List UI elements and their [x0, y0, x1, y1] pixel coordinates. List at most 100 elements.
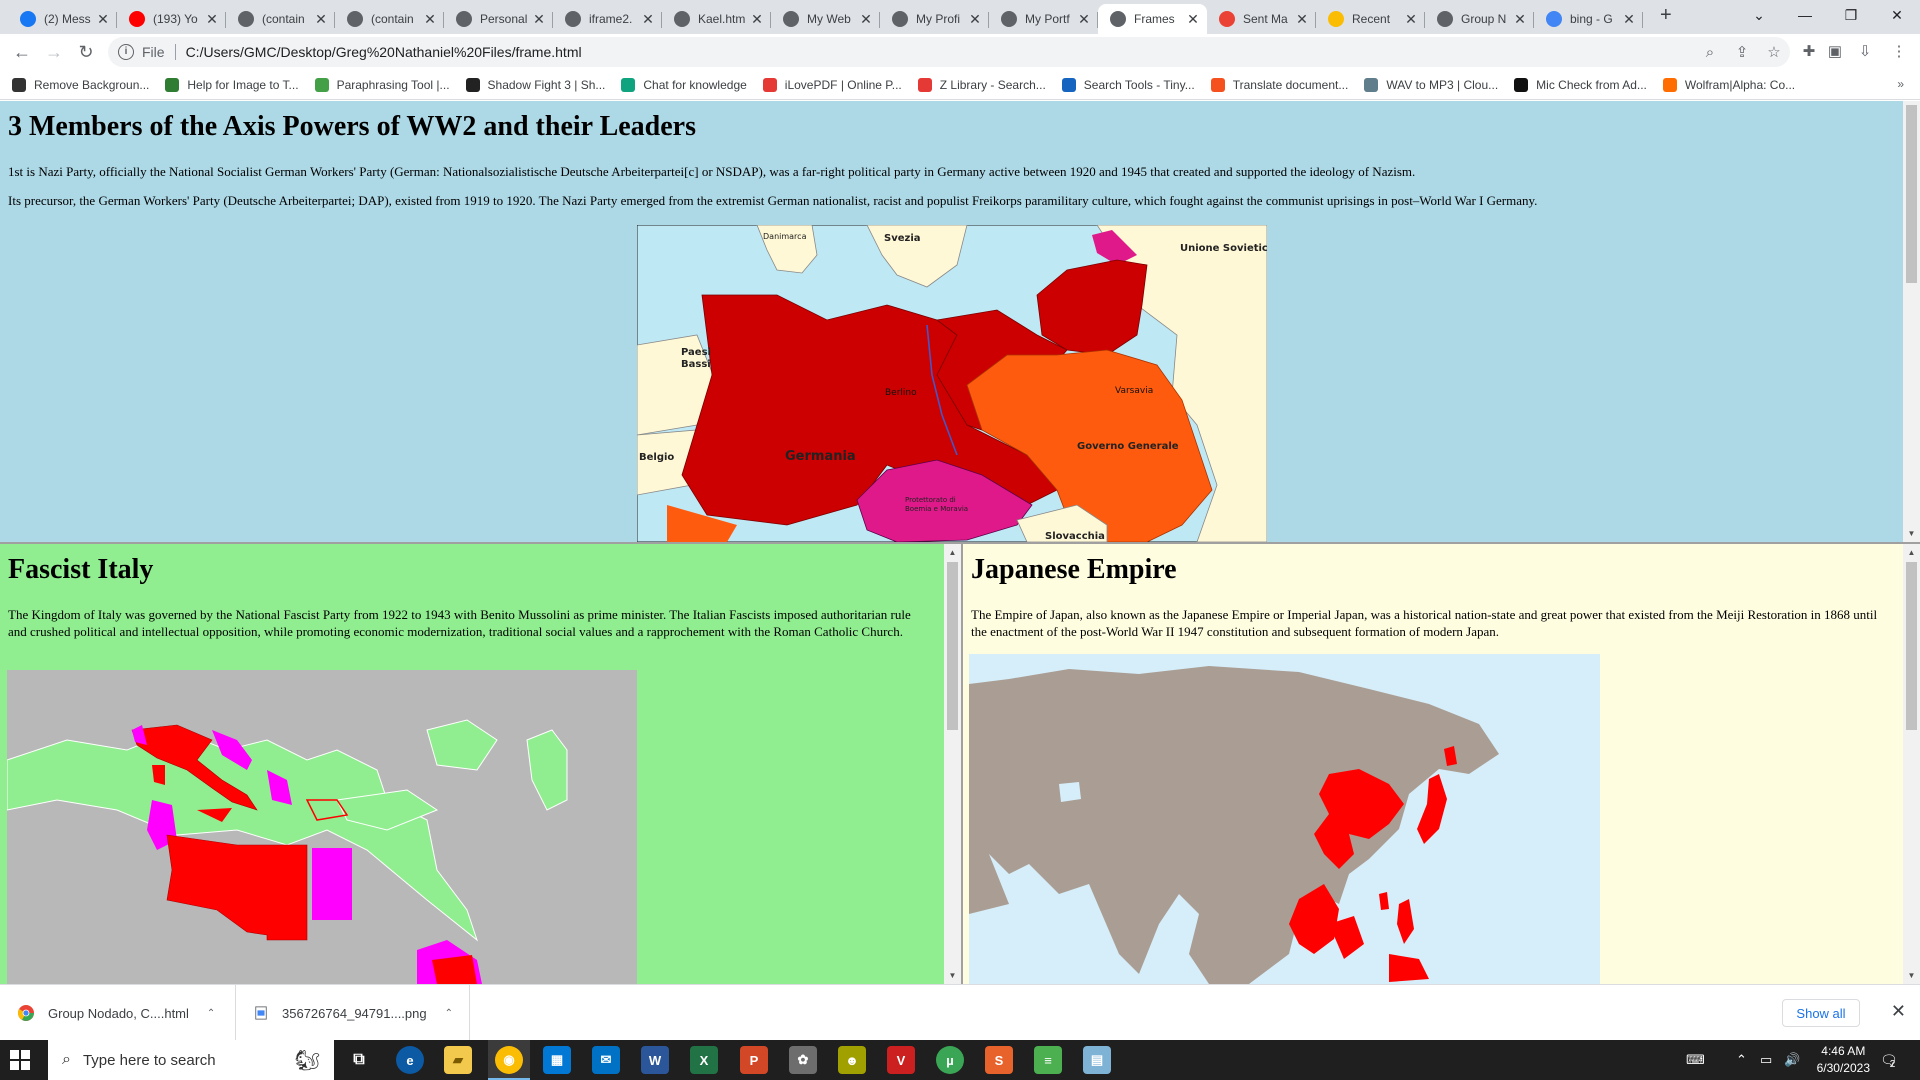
close-window-button[interactable]: ✕ [1874, 0, 1920, 30]
word-icon[interactable]: W [641, 1046, 669, 1074]
taskbar-search[interactable]: ⌕ Type here to search 🐿 [48, 1040, 334, 1080]
notifications-icon[interactable]: 🗨 2 [1880, 1040, 1898, 1080]
task-view-icon[interactable]: ⧉ [345, 1046, 373, 1074]
extensions-icon[interactable]: ✚ [1796, 42, 1822, 60]
more-bookmarks-icon[interactable]: » [1897, 77, 1904, 91]
download-item-html[interactable]: Group Nodado, C....html ⌃ [0, 985, 236, 1041]
new-tab-button[interactable]: + [1660, 4, 1672, 27]
tab-12[interactable]: Recent ✕ [1316, 4, 1425, 34]
url-text[interactable]: C:/Users/GMC/Desktop/Greg%20Nathaniel%20… [186, 44, 582, 60]
scroll-thumb[interactable] [947, 562, 958, 730]
close-tab-icon[interactable]: ✕ [1185, 11, 1201, 28]
tab-5[interactable]: iframe2. ✕ [553, 4, 662, 34]
close-tab-icon[interactable]: ✕ [1512, 11, 1528, 28]
sublime-icon[interactable]: S [985, 1046, 1013, 1074]
japan-frame-scrollbar[interactable]: ▲ ▼ [1903, 544, 1920, 984]
tab-9[interactable]: My Portf ✕ [989, 4, 1098, 34]
close-tab-icon[interactable]: ✕ [313, 11, 329, 28]
close-tab-icon[interactable]: ✕ [422, 11, 438, 28]
restore-button[interactable]: ❐ [1828, 0, 1874, 30]
close-tab-icon[interactable]: ✕ [204, 11, 220, 28]
close-tab-icon[interactable]: ✕ [1621, 11, 1637, 28]
tab-0[interactable]: (2) Mess ✕ [8, 4, 117, 34]
back-button[interactable]: ← [10, 42, 34, 63]
close-tab-icon[interactable]: ✕ [1294, 11, 1310, 28]
chevron-up-icon[interactable]: ⌃ [445, 1008, 453, 1019]
bookmark-9[interactable]: WAV to MP3 | Clou... [1364, 77, 1498, 92]
windows-start-icon[interactable] [10, 1050, 34, 1070]
bookmark-10[interactable]: Mic Check from Ad... [1514, 77, 1647, 92]
bookmark-2[interactable]: Paraphrasing Tool |... [314, 77, 450, 92]
bookmark-11[interactable]: Wolfram|Alpha: Co... [1662, 77, 1795, 92]
bookmark-6[interactable]: Z Library - Search... [917, 77, 1046, 92]
game-icon[interactable]: ☻ [838, 1046, 866, 1074]
powerpoint-icon[interactable]: P [740, 1046, 768, 1074]
chrome-taskbar-icon[interactable]: ◉ [495, 1046, 523, 1074]
keyboard-icon[interactable]: ⌨ [1686, 1040, 1705, 1080]
bookmark-5[interactable]: iLovePDF | Online P... [762, 77, 902, 92]
scroll-down-arrow-icon[interactable]: ▼ [1903, 525, 1920, 542]
site-info-icon[interactable]: i [118, 44, 134, 60]
close-tab-icon[interactable]: ✕ [1076, 11, 1092, 28]
close-downloads-icon[interactable]: ✕ [1891, 1001, 1906, 1022]
tab-11[interactable]: Sent Ma ✕ [1207, 4, 1316, 34]
network-icon[interactable]: ▭ [1760, 1040, 1772, 1080]
tab-4[interactable]: Personal ✕ [444, 4, 553, 34]
tab-3[interactable]: (contain ✕ [335, 4, 444, 34]
tab-7[interactable]: My Web ✕ [771, 4, 880, 34]
scroll-thumb[interactable] [1906, 562, 1917, 730]
tab-search-icon[interactable]: ⌄ [1736, 0, 1782, 30]
bookmark-4[interactable]: Chat for knowledge [621, 77, 747, 92]
show-hidden-icons-icon[interactable]: ⌃ [1736, 1040, 1747, 1080]
tab-13[interactable]: Group N ✕ [1425, 4, 1534, 34]
tab-8[interactable]: My Profi ✕ [880, 4, 989, 34]
close-tab-icon[interactable]: ✕ [640, 11, 656, 28]
zoom-icon[interactable]: ⌕ [1694, 44, 1726, 61]
notes-icon[interactable]: ▤ [1083, 1046, 1111, 1074]
file-explorer-icon[interactable]: ▰ [444, 1046, 472, 1074]
tab-6[interactable]: Kael.htm ✕ [662, 4, 771, 34]
share-icon[interactable]: ⇪ [1726, 43, 1758, 61]
scroll-up-arrow-icon[interactable]: ▲ [944, 544, 961, 561]
italy-frame-scrollbar[interactable]: ▲ ▼ [944, 544, 961, 984]
bookmark-1[interactable]: Help for Image to T... [165, 77, 299, 92]
mail-icon[interactable]: ✉ [592, 1046, 620, 1074]
bookmark-star-icon[interactable]: ☆ [1758, 43, 1790, 61]
minimize-button[interactable]: — [1782, 0, 1828, 30]
excel-icon[interactable]: X [690, 1046, 718, 1074]
download-item-png[interactable]: 356726764_94791....png ⌃ [236, 985, 470, 1041]
close-tab-icon[interactable]: ✕ [749, 11, 765, 28]
bookmark-3[interactable]: Shadow Fight 3 | Sh... [465, 77, 605, 92]
scroll-down-arrow-icon[interactable]: ▼ [944, 967, 961, 984]
bookmark-0[interactable]: Remove Backgroun... [12, 77, 149, 92]
system-clock[interactable]: 4:46 AM 6/30/2023 [1817, 1043, 1870, 1077]
download-icon[interactable]: ⇩ [1852, 42, 1878, 60]
scroll-thumb[interactable] [1906, 105, 1917, 283]
address-bar[interactable]: i File C:/Users/GMC/Desktop/Greg%20Natha… [108, 37, 1790, 67]
close-tab-icon[interactable]: ✕ [967, 11, 983, 28]
close-tab-icon[interactable]: ✕ [95, 11, 111, 28]
reload-button[interactable]: ↻ [74, 42, 98, 63]
tab-10[interactable]: Frames ✕ [1098, 4, 1207, 34]
scroll-up-arrow-icon[interactable]: ▲ [1903, 544, 1920, 561]
tab-1[interactable]: (193) Yo ✕ [117, 4, 226, 34]
bookmark-7[interactable]: Search Tools - Tiny... [1061, 77, 1195, 92]
app-icon[interactable]: ✿ [789, 1046, 817, 1074]
top-frame-scrollbar[interactable]: ▲ ▼ [1903, 101, 1920, 542]
close-tab-icon[interactable]: ✕ [858, 11, 874, 28]
notepad-icon[interactable]: ≡ [1034, 1046, 1062, 1074]
show-all-downloads-button[interactable]: Show all [1782, 999, 1860, 1027]
tab-14[interactable]: bing - G ✕ [1534, 4, 1643, 34]
scroll-down-arrow-icon[interactable]: ▼ [1903, 967, 1920, 984]
close-tab-icon[interactable]: ✕ [1403, 11, 1419, 28]
menu-icon[interactable]: ⋮ [1886, 42, 1912, 60]
tab-2[interactable]: (contain ✕ [226, 4, 335, 34]
edge-icon[interactable]: e [396, 1046, 424, 1074]
forward-button[interactable]: → [42, 42, 66, 63]
utorrent-icon[interactable]: µ [936, 1046, 964, 1074]
store-icon[interactable]: ▦ [543, 1046, 571, 1074]
chevron-up-icon[interactable]: ⌃ [207, 1008, 215, 1019]
volume-icon[interactable]: 🔊 [1784, 1040, 1800, 1080]
bookmark-8[interactable]: Translate document... [1210, 77, 1348, 92]
side-panel-icon[interactable]: ▣ [1822, 42, 1848, 60]
